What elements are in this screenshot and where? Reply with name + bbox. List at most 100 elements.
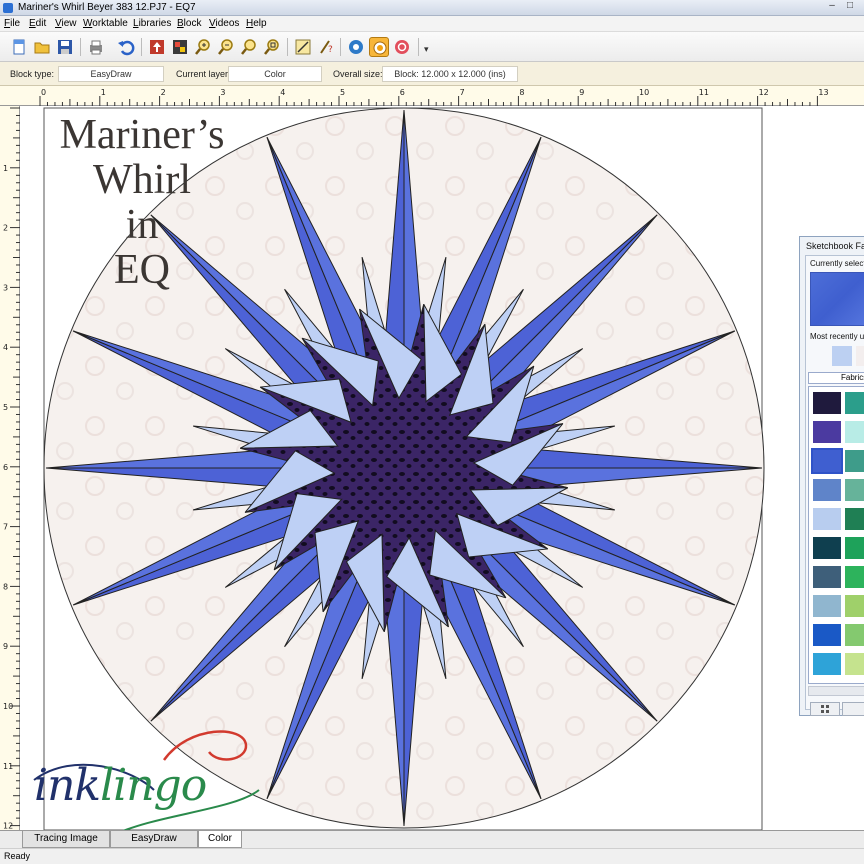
sketchbook-fabrics-palette[interactable]: Sketchbook Fabrics Currently selected Mo…: [799, 236, 864, 716]
new-icon[interactable]: [9, 37, 29, 57]
fit-to-worktable-icon[interactable]: [239, 37, 259, 57]
toolbar: ? ▾: [0, 32, 864, 62]
block-type-label: Block type:: [10, 69, 55, 79]
zoom-in-icon[interactable]: [193, 37, 213, 57]
palette-option-button[interactable]: [842, 702, 864, 716]
menu-bar: File Edit View Worktable Libraries Block…: [0, 16, 864, 32]
fabric-swatch[interactable]: [813, 566, 841, 588]
tab-tracing-image[interactable]: Tracing Image: [22, 831, 110, 848]
tab-easydraw[interactable]: EasyDraw: [110, 831, 198, 848]
title-line: EQ: [114, 247, 170, 293]
precision-icon[interactable]: ?: [316, 37, 336, 57]
menu-videos[interactable]: Videos: [209, 18, 239, 29]
overlay-title: Mariner’s Whirl in EQ: [22, 113, 262, 293]
fabric-swatch[interactable]: [813, 624, 841, 646]
title-line: in: [125, 202, 159, 248]
fabric-swatch[interactable]: [845, 421, 864, 443]
ruler-label: 5: [340, 88, 345, 97]
camera-icon[interactable]: [346, 37, 366, 57]
block-type-field: EasyDraw: [58, 66, 164, 82]
undo-icon[interactable]: [116, 37, 136, 57]
menu-block[interactable]: Block: [177, 18, 201, 29]
spraycan-icon[interactable]: [392, 37, 412, 57]
save-icon[interactable]: [55, 37, 75, 57]
menu-help[interactable]: Help: [246, 18, 267, 29]
menu-edit[interactable]: Edit: [29, 18, 46, 29]
swatch-scrollbar[interactable]: [808, 686, 864, 696]
current-layer-field: Color: [228, 66, 322, 82]
fabric-swatch[interactable]: [813, 392, 841, 414]
svg-text:?: ?: [328, 45, 333, 55]
add-to-sketchbook-icon[interactable]: [147, 37, 167, 57]
fabric-swatch[interactable]: [845, 653, 864, 675]
ruler-label: 12: [759, 88, 769, 97]
menu-worktable[interactable]: Worktable: [83, 18, 128, 29]
app-icon: [3, 3, 13, 13]
open-icon[interactable]: [32, 37, 52, 57]
fabric-swatch[interactable]: [845, 624, 864, 646]
title-line: Mariner’s: [59, 112, 225, 158]
fabric-swatch[interactable]: [813, 508, 841, 530]
window-title: Mariner's Whirl Beyer 383 12.PJ7 - EQ7: [18, 2, 196, 13]
ruler-label: 1: [101, 88, 106, 97]
ruler-label: 7: [3, 523, 8, 532]
refresh-icon[interactable]: [262, 37, 282, 57]
ruler-label: 2: [161, 88, 166, 97]
logo-text: inklingo: [34, 760, 207, 811]
view-sketchbook-icon[interactable]: [170, 37, 190, 57]
ruler-label: 8: [3, 582, 8, 591]
fabric-swatch[interactable]: [845, 537, 864, 559]
worktable-tabs: Tracing Image EasyDraw Color: [0, 830, 864, 848]
ruler-label: 4: [3, 343, 8, 352]
ruler-label: 6: [400, 88, 405, 97]
maximize-icon[interactable]: □: [842, 1, 858, 12]
palette-title: Sketchbook Fabrics: [806, 241, 864, 251]
fabric-swatch[interactable]: [845, 450, 864, 472]
fabric-swatch[interactable]: [813, 653, 841, 675]
paintbrush-icon[interactable]: [369, 37, 389, 57]
fabric-swatch[interactable]: [813, 537, 841, 559]
fabric-swatch[interactable]: [845, 566, 864, 588]
tab-fabrics[interactable]: Fabrics: [808, 372, 864, 384]
menu-view[interactable]: View: [55, 18, 77, 29]
palette-body: Currently selected Most recently used Fa…: [805, 255, 864, 716]
inklingo-logo: inklingo: [14, 720, 294, 840]
menu-libraries[interactable]: Libraries: [133, 18, 171, 29]
ruler-label: 2: [3, 224, 8, 233]
fabric-swatch[interactable]: [811, 448, 843, 474]
recent-fabric-swatch[interactable]: [856, 346, 864, 366]
fabric-swatch[interactable]: [845, 508, 864, 530]
minimize-icon[interactable]: –: [824, 1, 840, 12]
ruler-label: 0: [41, 88, 46, 97]
fabric-swatch[interactable]: [845, 595, 864, 617]
fabric-swatch[interactable]: [845, 392, 864, 414]
fabric-swatch[interactable]: [813, 479, 841, 501]
ruler-label: 9: [3, 642, 8, 651]
menu-file[interactable]: File: [4, 18, 20, 29]
ruler-label: 6: [3, 463, 8, 472]
ruler-label: 7: [460, 88, 465, 97]
recent-fabric-swatch[interactable]: [832, 346, 852, 366]
status-text: Ready: [4, 851, 31, 861]
print-icon[interactable]: [86, 37, 106, 57]
toolbar-overflow-icon[interactable]: ▾: [424, 44, 429, 55]
ruler-label: 9: [579, 88, 584, 97]
zoom-out-icon[interactable]: [216, 37, 236, 57]
fabric-swatch[interactable]: [845, 479, 864, 501]
fabric-swatch-grid: [808, 386, 864, 684]
ruler-label: 1: [3, 164, 8, 173]
ruler-label: 11: [3, 762, 13, 771]
status-bar: Ready: [0, 848, 864, 864]
fabric-swatch[interactable]: [813, 421, 841, 443]
tab-color[interactable]: Color: [198, 831, 242, 848]
most-recently-used-label: Most recently used: [810, 332, 864, 341]
block-info-bar: Block type: EasyDraw Current layer: Colo…: [0, 62, 864, 86]
view-grid-button[interactable]: [810, 702, 840, 716]
ruler-label: 8: [519, 88, 524, 97]
current-layer-label: Current layer:: [176, 69, 231, 79]
ruler-label: 12: [3, 822, 13, 830]
fabric-swatch[interactable]: [813, 595, 841, 617]
pick-icon[interactable]: [293, 37, 313, 57]
horizontal-ruler: 0 1 2 3 4 5 6 7 8 9 10 11 12 13: [0, 86, 864, 106]
currently-selected-label: Currently selected: [810, 259, 864, 268]
